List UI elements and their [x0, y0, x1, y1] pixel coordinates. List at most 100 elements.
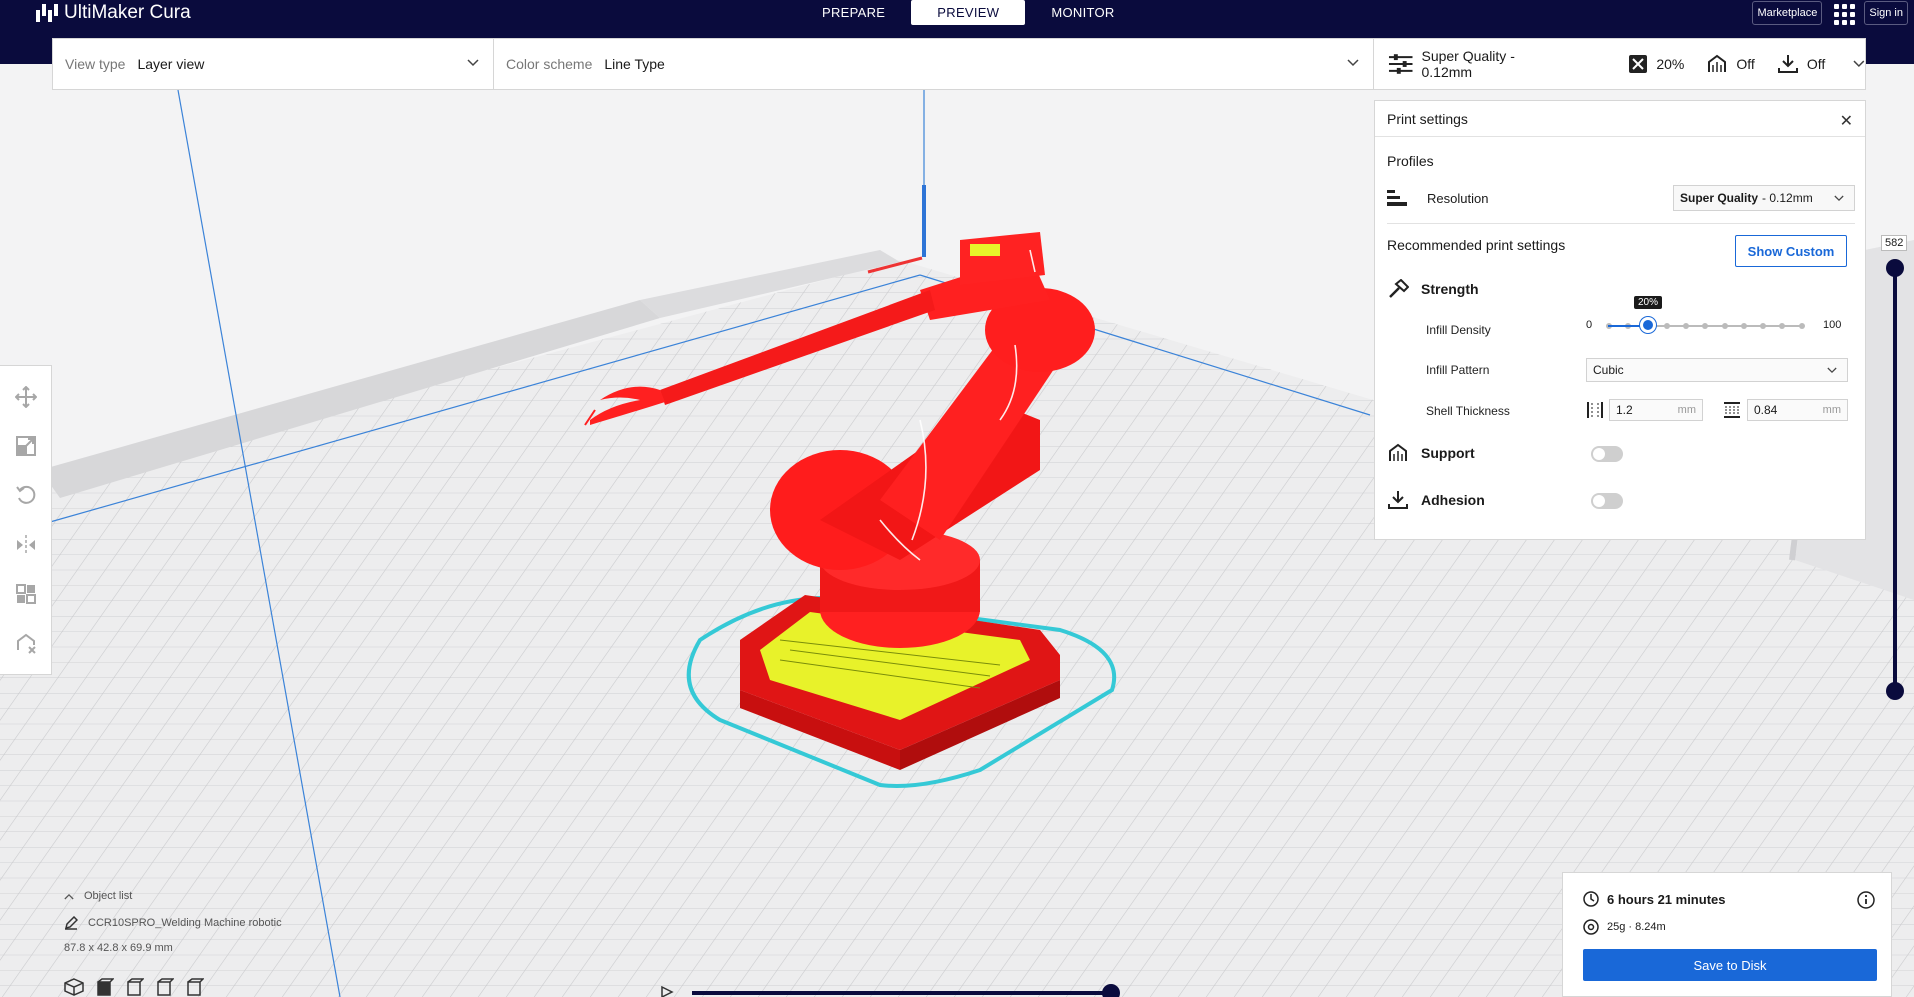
- top-view-icon[interactable]: [124, 978, 144, 996]
- app-title: UltiMaker Cura: [64, 2, 191, 23]
- wall-thickness-value: 1.2: [1616, 403, 1633, 417]
- marketplace-button[interactable]: Marketplace: [1752, 0, 1823, 25]
- divider: [1387, 223, 1855, 224]
- infill-min: 0: [1586, 319, 1593, 331]
- layer-slider-top-handle[interactable]: [1886, 259, 1904, 277]
- hammer-icon: [1389, 279, 1409, 298]
- left-view-icon[interactable]: [154, 978, 174, 996]
- close-icon[interactable]: ✕: [1840, 111, 1853, 131]
- recommended-heading: Recommended print settings: [1387, 237, 1566, 253]
- stage-tabs: PREPARE PREVIEW MONITOR: [796, 0, 1141, 25]
- color-scheme-label: Color scheme: [506, 56, 593, 72]
- profile-summary: Super Quality - 0.12mm: [1388, 48, 1566, 80]
- infill-tooltip: 20%: [1634, 296, 1663, 309]
- move-tool-icon[interactable]: [14, 385, 38, 409]
- support-icon: [1389, 443, 1407, 461]
- adhesion-toggle[interactable]: [1591, 493, 1623, 509]
- rotate-tool-icon[interactable]: [14, 483, 38, 507]
- slider-tick: [1702, 323, 1708, 329]
- infill-pattern-value: Cubic: [1593, 363, 1624, 377]
- show-custom-button[interactable]: Show Custom: [1735, 235, 1847, 267]
- tab-monitor[interactable]: MONITOR: [1025, 0, 1140, 25]
- wall-thickness-unit: mm: [1677, 404, 1696, 416]
- clock-icon: [1583, 891, 1599, 907]
- info-icon[interactable]: [1857, 891, 1875, 909]
- view-type-label: View type: [65, 56, 126, 72]
- support-section: Support: [1387, 443, 1475, 463]
- infill-max: 100: [1823, 319, 1842, 331]
- print-setup-selector[interactable]: Super Quality - 0.12mm 20% Off Off: [1374, 38, 1866, 90]
- shell-thickness-label: Shell Thickness: [1426, 404, 1510, 418]
- slider-thumb[interactable]: [1640, 317, 1656, 333]
- color-scheme-dropdown[interactable]: Color scheme Line Type: [494, 39, 1373, 89]
- slider-tick: [1779, 323, 1785, 329]
- app-logo: UltiMaker Cura: [36, 2, 191, 24]
- resolution-dropdown[interactable]: Super Quality - 0.12mm: [1673, 185, 1855, 211]
- support-toggle[interactable]: [1591, 446, 1623, 462]
- chevron-up-icon: [64, 893, 74, 899]
- resolution-row: Resolution Super Quality - 0.12mm: [1387, 183, 1855, 213]
- view-type-dropdown[interactable]: View type Layer view: [53, 39, 494, 89]
- object-dimensions: 87.8 x 42.8 x 69.9 mm: [64, 942, 173, 954]
- spool-icon: [1583, 919, 1599, 935]
- settings-sliders-icon: [1388, 54, 1413, 74]
- 3d-view-icon[interactable]: [64, 978, 84, 996]
- strength-label: Strength: [1421, 281, 1479, 297]
- infill-icon: [1629, 55, 1648, 73]
- support-icon: [1708, 54, 1727, 72]
- adhesion-section: Adhesion: [1387, 490, 1485, 510]
- infill-summary: 20%: [1628, 54, 1684, 74]
- slider-tick: [1741, 323, 1747, 329]
- header-right: Marketplace Sign in: [1752, 0, 1914, 25]
- infill-density-label: Infill Density: [1426, 323, 1491, 337]
- scale-tool-icon[interactable]: [14, 434, 38, 458]
- material-usage: 25g · 8.24m: [1607, 921, 1666, 933]
- front-view-icon[interactable]: [94, 978, 114, 996]
- tab-preview[interactable]: PREVIEW: [911, 0, 1026, 25]
- print-summary: 6 hours 21 minutes 25g · 8.24m Save to D…: [1562, 872, 1892, 997]
- apps-grid-icon[interactable]: [1832, 2, 1856, 25]
- support-blocker-icon[interactable]: [14, 631, 38, 655]
- material-row: 25g · 8.24m: [1583, 919, 1666, 935]
- layer-number[interactable]: 582: [1881, 235, 1908, 251]
- top-bottom-thickness-icon: [1724, 402, 1740, 418]
- save-to-disk-button[interactable]: Save to Disk: [1583, 949, 1877, 981]
- layer-slider-bottom-handle[interactable]: [1886, 682, 1904, 700]
- print-settings-panel: Print settings ✕ Profiles Resolution Sup…: [1374, 100, 1866, 540]
- object-list-toggle[interactable]: Object list: [64, 890, 132, 902]
- per-model-settings-icon[interactable]: [14, 582, 38, 606]
- tool-bar: [0, 365, 52, 675]
- resolution-label: Resolution: [1427, 190, 1489, 206]
- adhesion-summary: Off: [1777, 54, 1825, 74]
- print-time: 6 hours 21 minutes: [1607, 891, 1726, 907]
- view-bar: View type Layer view Color scheme Line T…: [52, 38, 1374, 90]
- object-name: CCR10SPRO_Welding Machine robotic: [88, 917, 282, 929]
- object-name-row[interactable]: CCR10SPRO_Welding Machine robotic: [64, 916, 282, 930]
- slider-tick: [1760, 323, 1766, 329]
- profiles-heading: Profiles: [1387, 153, 1434, 169]
- chevron-down-icon: [1347, 59, 1359, 67]
- wall-thickness-field[interactable]: 1.2 mm: [1609, 399, 1703, 421]
- camera-view-buttons: [64, 978, 204, 996]
- adhesion-icon: [1388, 491, 1408, 509]
- top-bottom-thickness-value: 0.84: [1754, 403, 1778, 417]
- path-slider-handle[interactable]: [1102, 984, 1120, 997]
- tab-prepare[interactable]: PREPARE: [796, 0, 911, 25]
- adhesion-label: Adhesion: [1421, 492, 1485, 508]
- right-view-icon[interactable]: [184, 978, 204, 996]
- support-label: Support: [1421, 445, 1475, 461]
- path-slider-track[interactable]: [692, 991, 1112, 995]
- chevron-down-icon: [467, 59, 479, 67]
- sign-in-button[interactable]: Sign in: [1864, 0, 1908, 25]
- object-list-title: Object list: [84, 890, 133, 902]
- slider-tick: [1683, 323, 1689, 329]
- adhesion-value: Off: [1806, 56, 1826, 72]
- layer-slider-track[interactable]: [1893, 268, 1897, 692]
- play-icon[interactable]: [660, 986, 674, 997]
- top-bottom-thickness-field[interactable]: 0.84 mm: [1747, 399, 1848, 421]
- mirror-tool-icon[interactable]: [14, 533, 38, 557]
- color-scheme-value: Line Type: [604, 56, 665, 72]
- infill-pattern-dropdown[interactable]: Cubic: [1586, 358, 1848, 382]
- infill-density-slider[interactable]: 0 20% 100: [1586, 296, 1851, 340]
- support-value: Off: [1736, 56, 1755, 72]
